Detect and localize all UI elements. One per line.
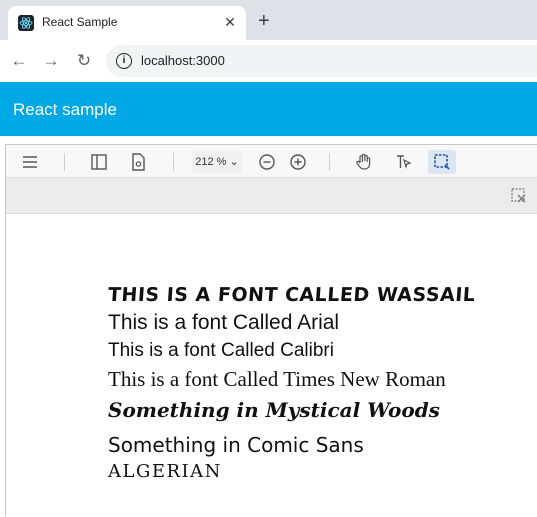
address-bar[interactable]: i localhost:3000	[106, 45, 537, 77]
browser-toolbar: ← → ↻ i localhost:3000	[0, 40, 537, 82]
app-header: React sample	[0, 82, 537, 136]
page-settings-icon[interactable]	[128, 152, 148, 172]
menu-icon[interactable]	[20, 152, 40, 172]
new-tab-button[interactable]: +	[258, 11, 270, 31]
app-title: React sample	[13, 100, 117, 119]
pdf-page: This is a font Called Wassail This is a …	[6, 214, 537, 517]
close-icon[interactable]: ✕	[222, 14, 238, 30]
algerian-text-line: Algerian	[108, 461, 222, 482]
comic-sans-text-line: Something in Comic Sans	[108, 433, 364, 457]
tab-title: React Sample	[42, 15, 118, 29]
zoom-in-icon[interactable]	[288, 152, 308, 172]
times-text-line: This is a font Called Times New Roman	[108, 367, 446, 391]
info-icon[interactable]: i	[116, 53, 132, 69]
marquee-select-button[interactable]	[428, 150, 456, 174]
wassail-text-line: This is a font Called Wassail	[107, 284, 477, 306]
toolbar-divider	[329, 153, 330, 171]
back-arrow-icon[interactable]: ←	[9, 51, 29, 71]
browser-tab-strip: React Sample ✕ +	[0, 0, 537, 40]
pan-hand-icon[interactable]	[354, 152, 374, 172]
toolbar-divider	[173, 153, 174, 171]
viewer-subtoolbar	[6, 178, 537, 214]
arial-text-line: This is a font Called Arial	[108, 311, 340, 334]
zoom-out-icon[interactable]	[257, 152, 277, 172]
forward-arrow-icon[interactable]: →	[41, 51, 61, 71]
zoom-dropdown[interactable]: 212 % ⌄	[192, 151, 242, 173]
chevron-down-icon: ⌄	[229, 156, 239, 168]
zoom-value: 212 %	[195, 156, 227, 168]
pdf-viewer: 212 % ⌄ This	[5, 144, 537, 517]
marquee-select-icon	[434, 154, 450, 170]
url-text[interactable]: localhost:3000	[141, 53, 225, 68]
mystical-woods-text-line: Something in Mystical Woods	[108, 398, 440, 422]
text-select-icon[interactable]	[393, 152, 413, 172]
viewer-toolbar: 212 % ⌄	[6, 145, 537, 178]
toolbar-divider	[64, 153, 65, 171]
calibri-text-line: This is a font Called Calibri	[108, 340, 334, 361]
browser-tab[interactable]: React Sample ✕	[8, 6, 246, 40]
sidebar-toggle-icon[interactable]	[89, 152, 109, 172]
crop-close-icon[interactable]	[509, 186, 529, 206]
reload-icon[interactable]: ↻	[74, 51, 94, 71]
react-icon	[18, 15, 34, 31]
